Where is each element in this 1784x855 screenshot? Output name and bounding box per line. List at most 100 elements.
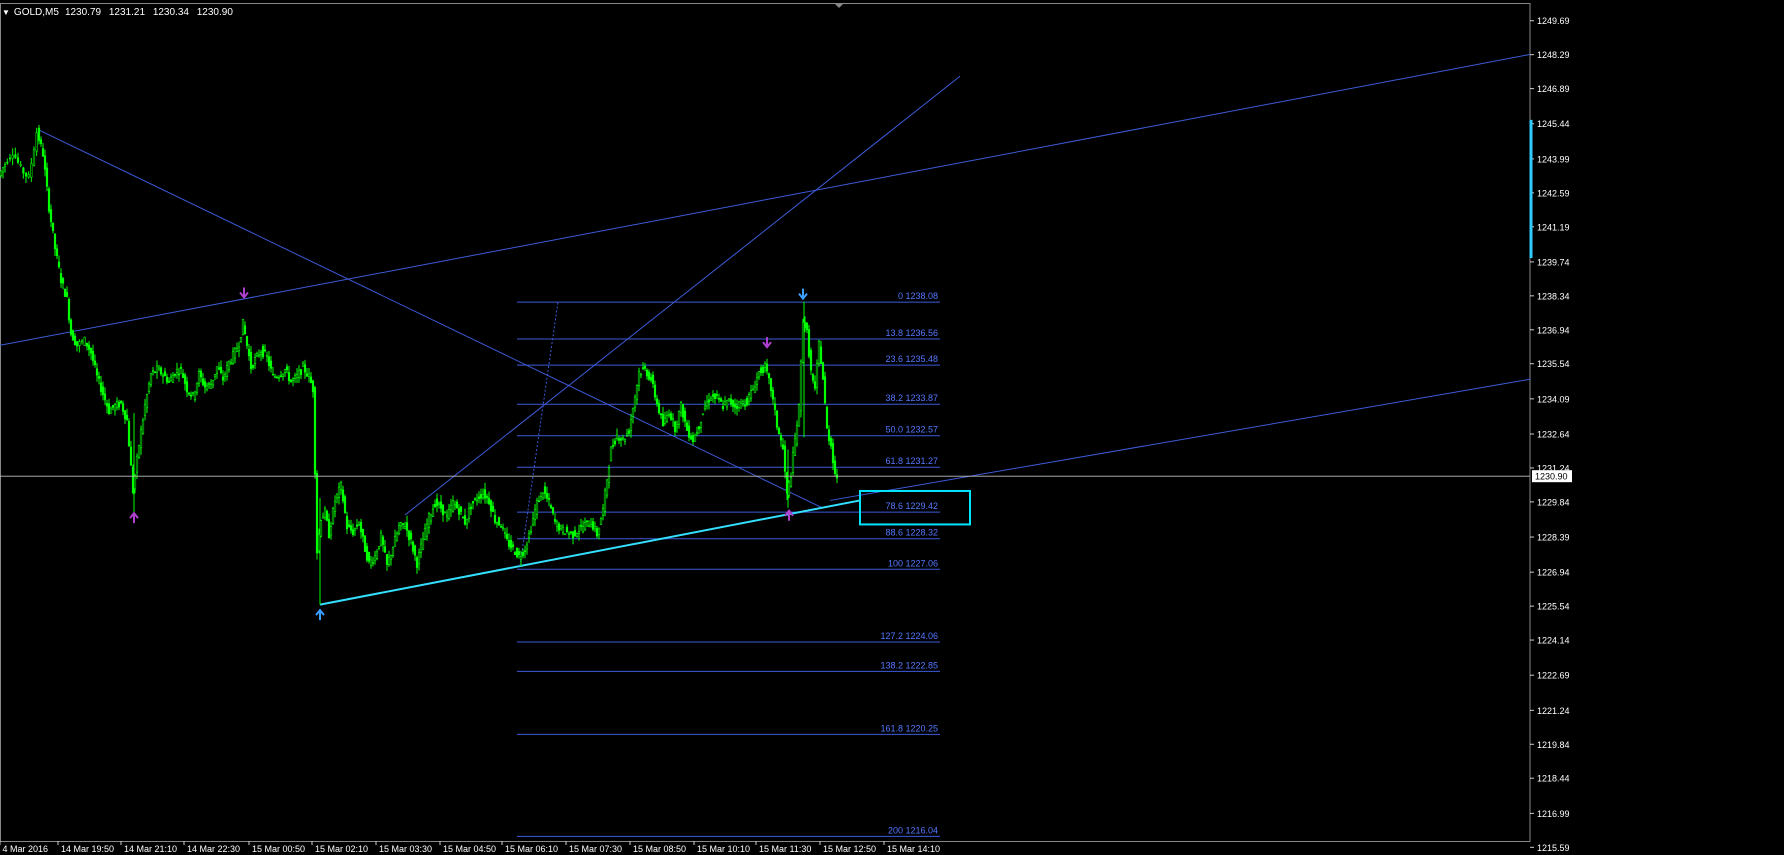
y-tick-label: 1222.69 (1537, 671, 1570, 681)
candle-body (123, 410, 127, 420)
y-tick-label: 1238.34 (1537, 291, 1570, 301)
candle-body (215, 366, 219, 374)
candle-body (435, 498, 439, 506)
symbol-label: GOLD,M5 (13, 6, 59, 18)
candle-body (159, 367, 163, 375)
candle-body (687, 425, 691, 438)
candle-body (559, 525, 563, 529)
candle-body (101, 386, 105, 395)
candle-body (477, 496, 481, 499)
candle-body (503, 531, 507, 534)
candle-body (91, 350, 95, 361)
candle-body (305, 373, 309, 377)
candle-body (713, 393, 717, 399)
candle-body (627, 430, 631, 434)
y-tick-label: 1224.14 (1537, 636, 1570, 646)
chart-canvas[interactable]: 0 1238.08 13.8 1236.56 23.6 1235.48 38.2 12… (0, 0, 1784, 855)
fib-level-label: 138.2 1222.85 (880, 660, 938, 670)
candle-body (689, 436, 693, 440)
candle-body (233, 348, 237, 359)
candle-body (365, 546, 369, 561)
candle-body (517, 551, 521, 556)
candle-body (63, 288, 67, 298)
candle-body (35, 132, 38, 152)
candle-body (775, 410, 779, 428)
candle-body (489, 500, 493, 512)
candle-body (719, 398, 723, 402)
candle-body (701, 413, 705, 416)
trendline (519, 301, 559, 566)
fib-level-label: 78.6 1229.42 (885, 501, 938, 511)
candle-body (825, 406, 829, 429)
candle-body (6, 161, 9, 164)
candle-body (177, 373, 181, 376)
x-tick-label: 14 Mar 21:10 (124, 844, 177, 854)
candle-body (589, 524, 593, 528)
y-tick-label: 1235.54 (1537, 359, 1570, 369)
candle-body (529, 530, 533, 533)
x-tick-label: 15 Mar 11:30 (759, 844, 811, 854)
y-tick-label: 1232.64 (1537, 430, 1570, 440)
candle-body (799, 360, 803, 412)
candle-body (659, 413, 663, 416)
candle-body (173, 373, 177, 376)
candle-body (419, 543, 423, 553)
candle-body (265, 355, 269, 357)
candle-body (823, 376, 827, 404)
candle-body (157, 367, 161, 371)
x-tick-label: 15 Mar 14:10 (887, 844, 940, 854)
candle-body (89, 347, 93, 354)
candle-body (617, 438, 621, 441)
candle-body (735, 405, 739, 409)
candle-body (273, 376, 277, 378)
candle-body (307, 373, 311, 378)
candle-body (465, 518, 469, 525)
candle-body (437, 502, 441, 505)
candle-body (321, 516, 325, 519)
candle-body (347, 524, 351, 528)
candle-body (391, 547, 395, 556)
candle-body (467, 508, 471, 519)
candle-body (647, 371, 651, 380)
x-tick-label: 15 Mar 07:30 (569, 844, 622, 854)
candle-body (711, 394, 715, 397)
x-tick-label: 15 Mar 10:10 (697, 844, 750, 854)
candle-body (181, 373, 185, 378)
chart-window[interactable]: 0 1238.08 13.8 1236.56 23.6 1235.48 38.2 12… (0, 0, 1784, 855)
candle-body (595, 528, 599, 537)
candle-body (57, 261, 61, 268)
candle-body (665, 415, 669, 422)
candle-body (115, 401, 119, 408)
candle-body (14, 154, 17, 158)
candle-body (677, 410, 681, 425)
candle-body (287, 372, 291, 381)
candle-body (299, 369, 303, 375)
candle-body (353, 528, 357, 531)
candle-body (16, 157, 20, 163)
chevron-down-icon[interactable]: ▼ (2, 8, 10, 17)
candle-body (809, 350, 813, 371)
y-tick-label: 1242.59 (1537, 188, 1570, 198)
y-tick-label: 1246.89 (1537, 84, 1570, 94)
y-tick-label: 1249.69 (1537, 16, 1570, 26)
y-tick-label: 1216.99 (1537, 809, 1570, 819)
candle-body (459, 506, 463, 512)
candle-body (375, 551, 379, 559)
candle-body (189, 394, 193, 397)
candle-body (143, 404, 147, 416)
candle-body (513, 552, 517, 555)
candle-body (747, 394, 751, 402)
candle-body (681, 404, 685, 418)
candle-body (521, 552, 525, 556)
candle-body (303, 364, 307, 373)
candle-body (447, 509, 451, 519)
candle-body (587, 525, 591, 528)
candle-body (45, 167, 49, 187)
trendlines (0, 53, 1531, 606)
fib-level-label: 88.6 1228.32 (885, 528, 938, 538)
candle-body (663, 417, 667, 424)
candle-body (781, 444, 785, 450)
candle-body (209, 384, 213, 389)
candle-body (573, 530, 577, 536)
candle-body (727, 398, 731, 401)
